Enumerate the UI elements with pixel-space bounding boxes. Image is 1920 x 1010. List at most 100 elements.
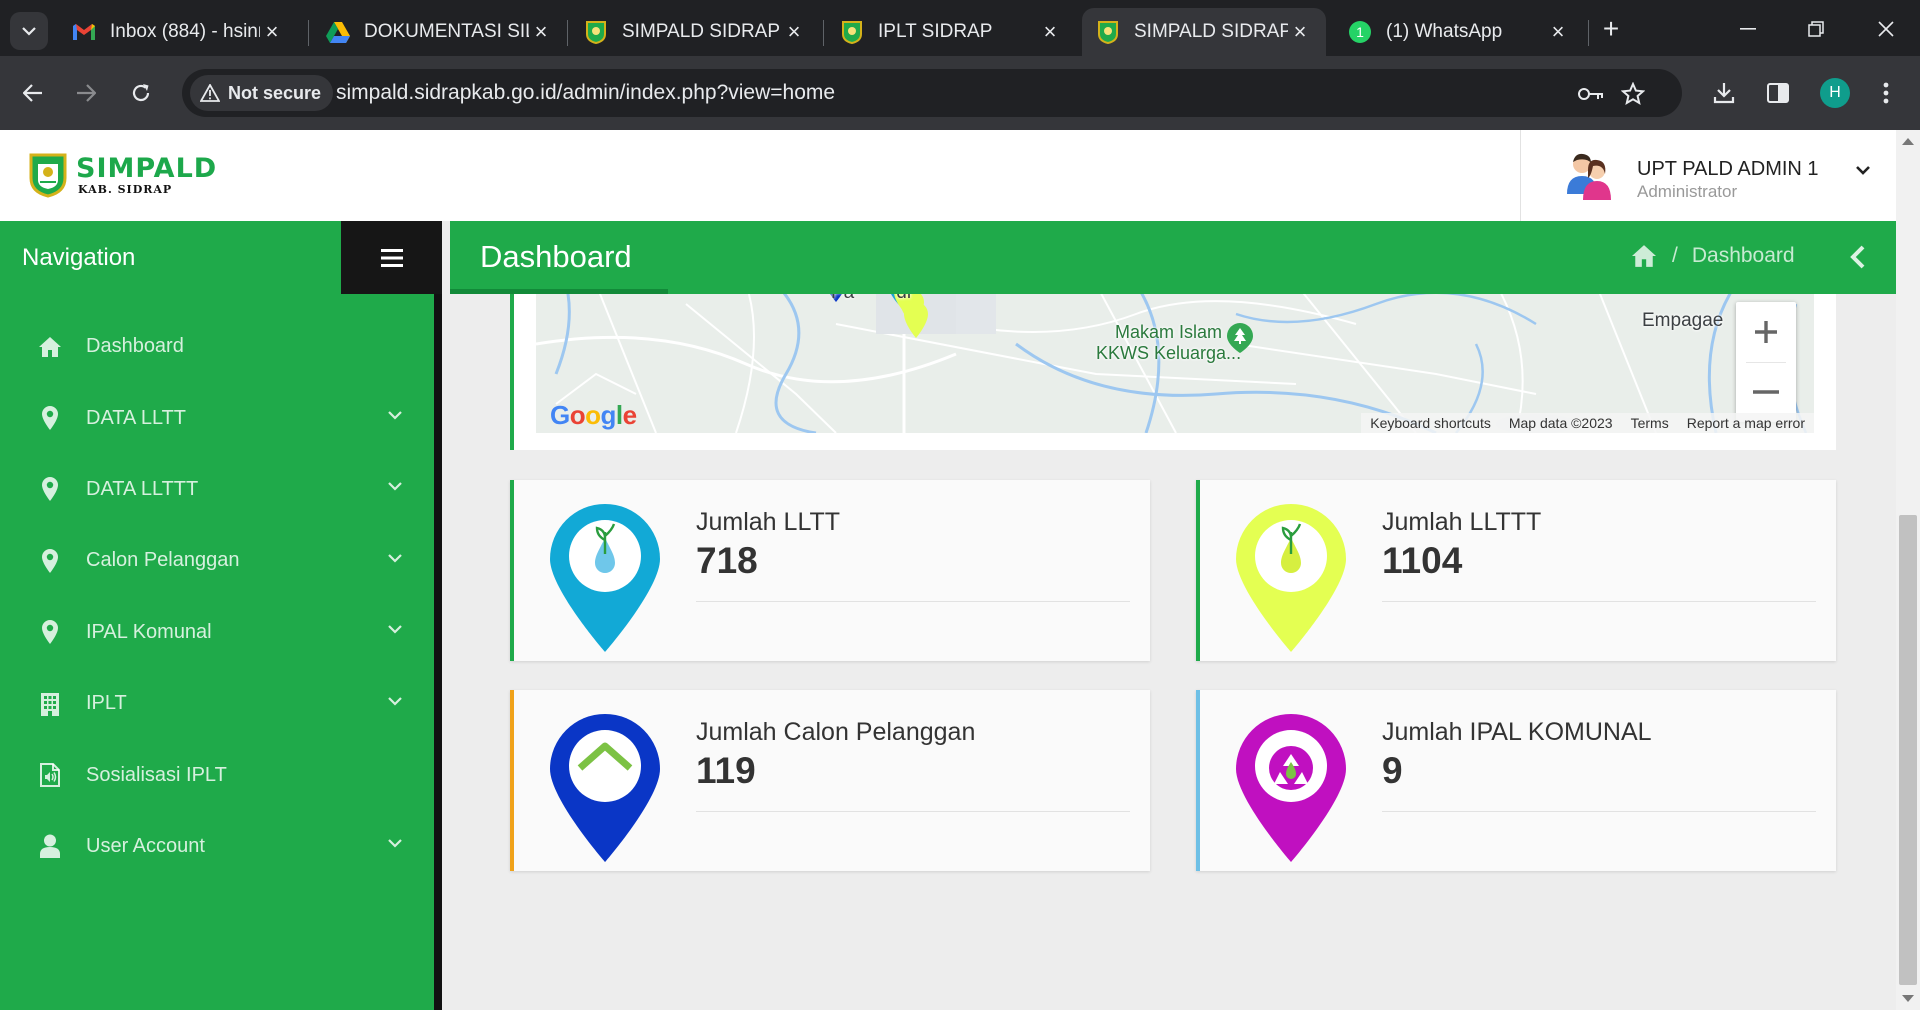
browser-tab[interactable]: Inbox (884) - hsinr × [58,8,298,56]
sidebar-item-user-account[interactable]: User Account [0,811,434,882]
google-drive-icon [326,20,350,44]
water-drop-sprout-icon [1236,504,1346,652]
home-icon [38,335,62,359]
close-tab-icon[interactable]: × [1288,19,1312,45]
main-content: Padi Makam Islam KKWS Keluarga... Empaga… [450,294,1896,1010]
browser-tab[interactable]: 1 (1) WhatsApp × [1334,8,1584,56]
google-logo[interactable]: Google [550,400,637,431]
reload-button[interactable] [121,73,161,113]
tab-search-button[interactable] [10,12,48,50]
plus-icon [1755,321,1777,343]
sidebar-item-dashboard[interactable]: Dashboard [0,311,434,382]
stat-card-ipal-komunal: Jumlah IPAL KOMUNAL 9 [1196,690,1836,871]
browser-tab-active[interactable]: SIMPALD SIDRAP × [1082,8,1326,56]
arrow-right-icon [77,84,96,102]
map-poi-label: Makam Islam KKWS Keluarga... [1096,322,1242,363]
sidebar-item-label: DATA LLTTT [86,477,199,500]
sidebar-item-sosialisasi-iplt[interactable]: Sosialisasi IPLT [0,739,434,810]
stat-label: Jumlah Calon Pelanggan [696,718,976,746]
browser-tab[interactable]: DOKUMENTASI SIL × [312,8,567,56]
sidebar-menu: Dashboard DATA LLTT DATA LLTTT Calon Pel… [0,311,434,882]
new-tab-button[interactable]: + [1596,14,1626,44]
downloads-icon[interactable] [1706,75,1742,111]
close-tab-icon[interactable]: × [782,19,806,45]
scroll-up-arrow[interactable] [1902,138,1914,145]
stat-card-accent [510,480,514,661]
whatsapp-icon: 1 [1348,20,1372,44]
site-header: SIMPALD KAB. SIDRAP UPT PALD ADMIN 1 Adm… [0,130,1896,221]
map-place-label: Empagae [1642,310,1724,331]
map-marker-icon [38,477,62,502]
kebab-menu-icon[interactable] [1868,75,1904,111]
sidebar-item-label: IPLT [86,692,127,715]
close-window-button[interactable] [1866,10,1906,48]
stat-divider [696,601,1130,602]
sidebar-item-data-llttt[interactable]: DATA LLTTT [0,454,434,525]
user-role: Administrator [1637,182,1738,201]
close-tab-icon[interactable]: × [1038,19,1062,45]
side-panel-icon[interactable] [1760,75,1796,111]
sidebar-item-label: DATA LLTT [86,406,187,429]
site-logo[interactable]: SIMPALD KAB. SIDRAP [28,152,217,198]
minimize-icon [1740,28,1756,30]
restore-button[interactable] [1796,10,1836,48]
stat-card-lltt: Jumlah LLTT 718 [510,480,1150,661]
chevron-down-icon [388,482,402,492]
browser-tab[interactable]: SIMPALD SIDRAP × [570,8,820,56]
zoom-in-button[interactable] [1736,302,1796,362]
scrollbar-thumb[interactable] [1899,515,1917,985]
browser-tab-strip: Inbox (884) - hsinr × DOKUMENTASI SIL × … [0,0,1920,56]
sidrap-emblem-icon [840,20,864,44]
sidebar-item-ipal-komunal[interactable]: IPAL Komunal [0,597,434,668]
browser-tab[interactable]: IPLT SIDRAP × [826,8,1076,56]
sidebar-item-data-lltt[interactable]: DATA LLTT [0,382,434,453]
forward-button[interactable] [66,73,106,113]
back-button[interactable] [13,73,53,113]
chevron-left-icon[interactable] [1850,245,1866,269]
tab-title: (1) WhatsApp [1386,21,1503,42]
security-indicator[interactable]: Not secure [190,75,334,111]
address-bar[interactable]: Not secure simpald.sidrapkab.go.id/admin… [182,69,1682,117]
water-drop-sprout-icon [550,504,660,652]
map-data-text: Map data ©2023 [1508,415,1613,431]
tab-divider [567,20,568,46]
whatsapp-badge: 1 [1356,24,1364,40]
chevron-down-icon [388,625,402,634]
url-text: simpald.sidrapkab.go.id/admin/index.php?… [336,81,836,104]
home-icon[interactable] [1630,244,1658,268]
minimize-button[interactable] [1728,10,1768,48]
close-tab-icon[interactable]: × [1546,19,1570,45]
close-tab-icon[interactable]: × [260,19,284,45]
keyboard-shortcuts-link[interactable]: Keyboard shortcuts [1361,415,1500,431]
user-menu[interactable]: UPT PALD ADMIN 1 Administrator [1520,130,1896,221]
sidrap-emblem-icon [29,153,67,198]
hamburger-icon [380,248,403,267]
tab-title: SIMPALD SIDRAP [1134,21,1288,42]
map-marker-icon [38,406,62,431]
stat-label: Jumlah LLTT [696,508,841,536]
stat-label: Jumlah LLTTT [1382,508,1542,536]
breadcrumb-separator: / [1672,244,1678,267]
chevron-down-icon[interactable] [1855,164,1871,176]
google-map[interactable]: Padi Makam Islam KKWS Keluarga... Empaga… [536,294,1814,433]
stat-card-llttt: Jumlah LLTTT 1104 [1196,480,1836,661]
security-label: Not secure [228,82,322,103]
profile-avatar[interactable]: H [1820,78,1850,108]
report-map-error-link[interactable]: Report a map error [1678,415,1814,431]
sidebar-item-calon-pelanggan[interactable]: Calon Pelanggan [0,525,434,596]
page-title: Dashboard [480,239,632,274]
close-tab-icon[interactable]: × [529,19,553,45]
sidebar-item-iplt[interactable]: IPLT [0,668,434,739]
browser-toolbar: Not secure simpald.sidrapkab.go.id/admin… [0,56,1920,130]
password-key-icon[interactable] [1576,79,1606,109]
stat-card-accent [510,690,514,871]
sidebar-toggle-button[interactable] [341,221,442,294]
map-zoom-control [1736,302,1796,422]
tab-title: IPLT SIDRAP [878,21,993,42]
page-scrollbar[interactable] [1896,130,1920,1010]
restore-icon [1808,21,1824,37]
scroll-down-arrow[interactable] [1902,995,1914,1002]
tab-title: DOKUMENTASI SIL [364,21,529,42]
terms-link[interactable]: Terms [1622,415,1678,431]
bookmark-star-icon[interactable] [1618,79,1648,109]
